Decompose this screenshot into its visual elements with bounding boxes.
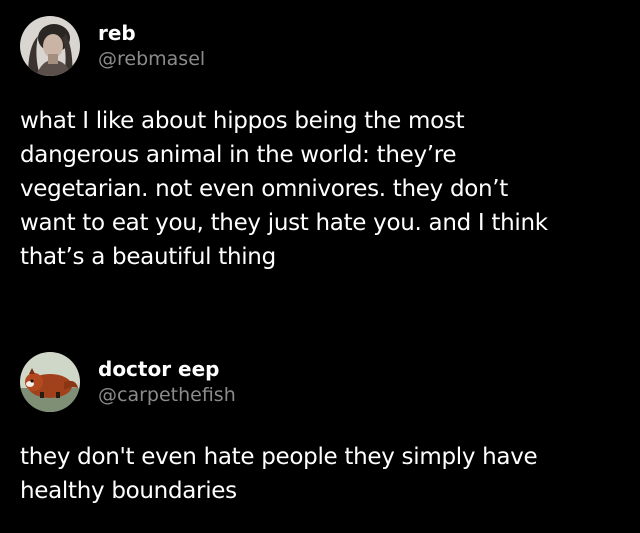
post-text-line: dangerous animal in the world: they’re — [20, 142, 457, 168]
post-doctor-eep: doctor eep @carpethefish they don't even… — [20, 350, 620, 508]
user-handle[interactable]: @rebmasel — [98, 46, 205, 72]
person-photo-avatar-icon[interactable] — [20, 16, 80, 76]
post-text-line: what I like about hippos being the most — [20, 108, 465, 134]
post-header: doctor eep @carpethefish — [20, 350, 620, 414]
red-panda-avatar-icon[interactable] — [20, 352, 80, 412]
post-text-line: healthy boundaries — [20, 478, 237, 504]
display-name[interactable]: doctor eep — [98, 356, 236, 382]
display-name[interactable]: reb — [98, 20, 205, 46]
post-text-line: that’s a beautiful thing — [20, 244, 276, 270]
user-handle[interactable]: @carpethefish — [98, 382, 236, 408]
post-reb: reb @rebmasel what I like about hippos b… — [20, 14, 620, 274]
post-text-line: want to eat you, they just hate you. and… — [20, 210, 548, 236]
post-text-line: vegetarian. not even omnivores. they don… — [20, 176, 509, 202]
post-text: what I like about hippos being the most … — [20, 104, 620, 274]
post-text-line: they don't even hate people they simply … — [20, 444, 538, 470]
post-text: they don't even hate people they simply … — [20, 440, 620, 508]
post-header: reb @rebmasel — [20, 14, 620, 78]
